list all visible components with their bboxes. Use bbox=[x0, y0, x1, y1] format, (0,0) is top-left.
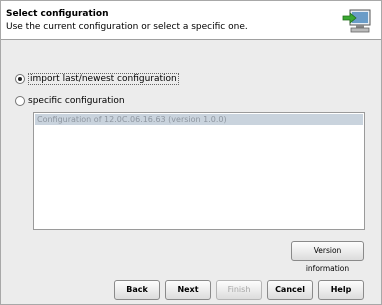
configuration-list[interactable]: Configuration of 12.0C.06.16.63 (version… bbox=[33, 112, 365, 230]
version-information-button[interactable]: Version information bbox=[291, 241, 364, 273]
option-import-latest-label: import last/newest configuration bbox=[28, 73, 179, 85]
option-specific-label: specific configuration bbox=[28, 96, 125, 106]
radio-import-latest[interactable] bbox=[15, 74, 25, 84]
help-button[interactable]: Help bbox=[318, 280, 364, 300]
wizard-dialog: Select configuration Use the current con… bbox=[0, 0, 382, 305]
option-specific[interactable]: specific configuration bbox=[15, 96, 125, 106]
finish-button[interactable]: Finish bbox=[216, 280, 262, 300]
cancel-button[interactable]: Cancel bbox=[267, 280, 313, 300]
wizard-header: Select configuration Use the current con… bbox=[1, 1, 381, 39]
page-title: Select configuration bbox=[6, 9, 109, 19]
option-import-latest[interactable]: import last/newest configuration bbox=[15, 73, 179, 85]
monitor-with-green-arrow-icon bbox=[342, 9, 371, 33]
page-description: Use the current configuration or select … bbox=[6, 22, 248, 32]
next-button[interactable]: Next bbox=[165, 280, 211, 300]
radio-specific[interactable] bbox=[15, 96, 25, 106]
back-button[interactable]: Back bbox=[114, 280, 160, 300]
header-divider bbox=[1, 39, 381, 40]
list-item[interactable]: Configuration of 12.0C.06.16.63 (version… bbox=[35, 114, 363, 125]
